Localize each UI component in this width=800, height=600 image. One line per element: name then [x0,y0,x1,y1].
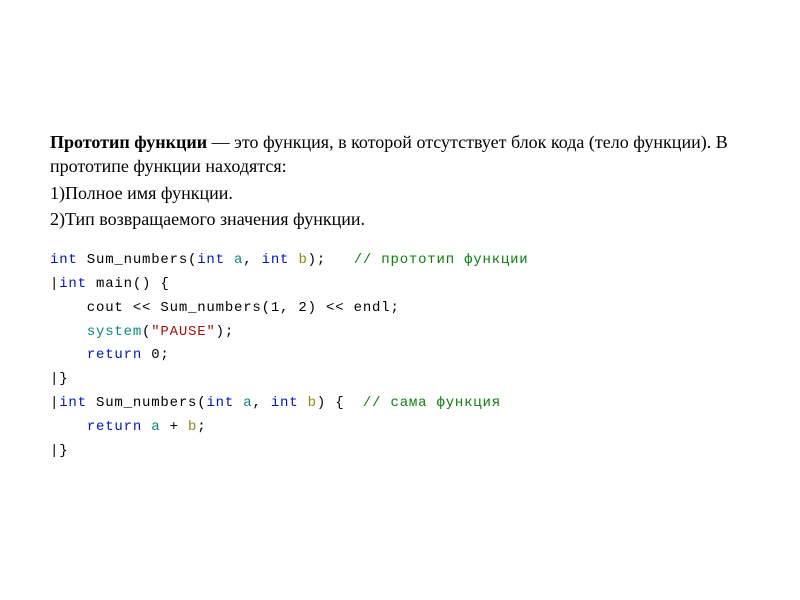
cursor-bar: | [50,395,59,411]
keyword-int: int [197,252,225,268]
code-example: int Sum_numbers(int a, int b); // протот… [50,249,750,463]
code-text: ); [308,252,326,268]
explanation-text: Прототип функции — это функция, в которо… [50,130,750,231]
paragraph-3: 2)Тип возвращаемого значения функции. [50,207,750,231]
code-line-5: system("PAUSE"); [50,321,750,345]
cursor-bar: | [50,276,59,292]
func-system: system [87,324,142,340]
code-pad [344,395,362,411]
code-text: ( [142,324,151,340]
keyword-return: return [87,419,142,435]
code-line-11: |} [50,440,750,464]
param-b: b [308,395,317,411]
code-line-1: int Sum_numbers(int a, int b); // протот… [50,249,750,273]
code-text: , [252,395,270,411]
keyword-int: int [206,395,234,411]
comment: // прототип функции [354,252,529,268]
code-indent [50,324,87,340]
keyword-int: int [50,252,78,268]
code-space [142,419,151,435]
code-text: Sum_numbers( [78,252,198,268]
paragraph-2: 1)Полное имя функции. [50,181,750,205]
param-b: b [298,252,307,268]
keyword-int: int [59,395,87,411]
cursor-bar: | [50,443,59,459]
code-line-7: |} [50,368,750,392]
code-indent [50,419,87,435]
keyword-int: int [271,395,299,411]
string-literal: "PAUSE" [151,324,215,340]
code-space [225,252,234,268]
code-text: + [160,419,188,435]
code-brace: } [59,371,68,387]
term-bold: Прототип функции [50,132,207,152]
keyword-int: int [262,252,290,268]
code-text: main() { [87,276,170,292]
param-b: b [188,419,197,435]
code-text: , [243,252,261,268]
cursor-bar: | [50,371,59,387]
code-space [234,395,243,411]
param-a: a [234,252,243,268]
code-text: Sum_numbers( [87,395,207,411]
code-line-9: |int Sum_numbers(int a, int b) { // сама… [50,392,750,416]
code-text: ); [216,324,234,340]
code-pad [326,252,354,268]
code-line-10: return a + b; [50,416,750,440]
code-text: ) { [317,395,345,411]
paragraph-1: Прототип функции — это функция, в которо… [50,130,750,179]
comment: // сама функция [363,395,501,411]
code-text: ; [197,419,206,435]
code-space [298,395,307,411]
keyword-int: int [59,276,87,292]
keyword-return: return [87,347,142,363]
code-line-4: cout << Sum_numbers(1, 2) << endl; [50,297,750,321]
code-line-6: return 0; [50,344,750,368]
code-text: 0; [142,347,170,363]
code-indent [50,347,87,363]
code-line-3: |int main() { [50,273,750,297]
code-brace: } [59,443,68,459]
